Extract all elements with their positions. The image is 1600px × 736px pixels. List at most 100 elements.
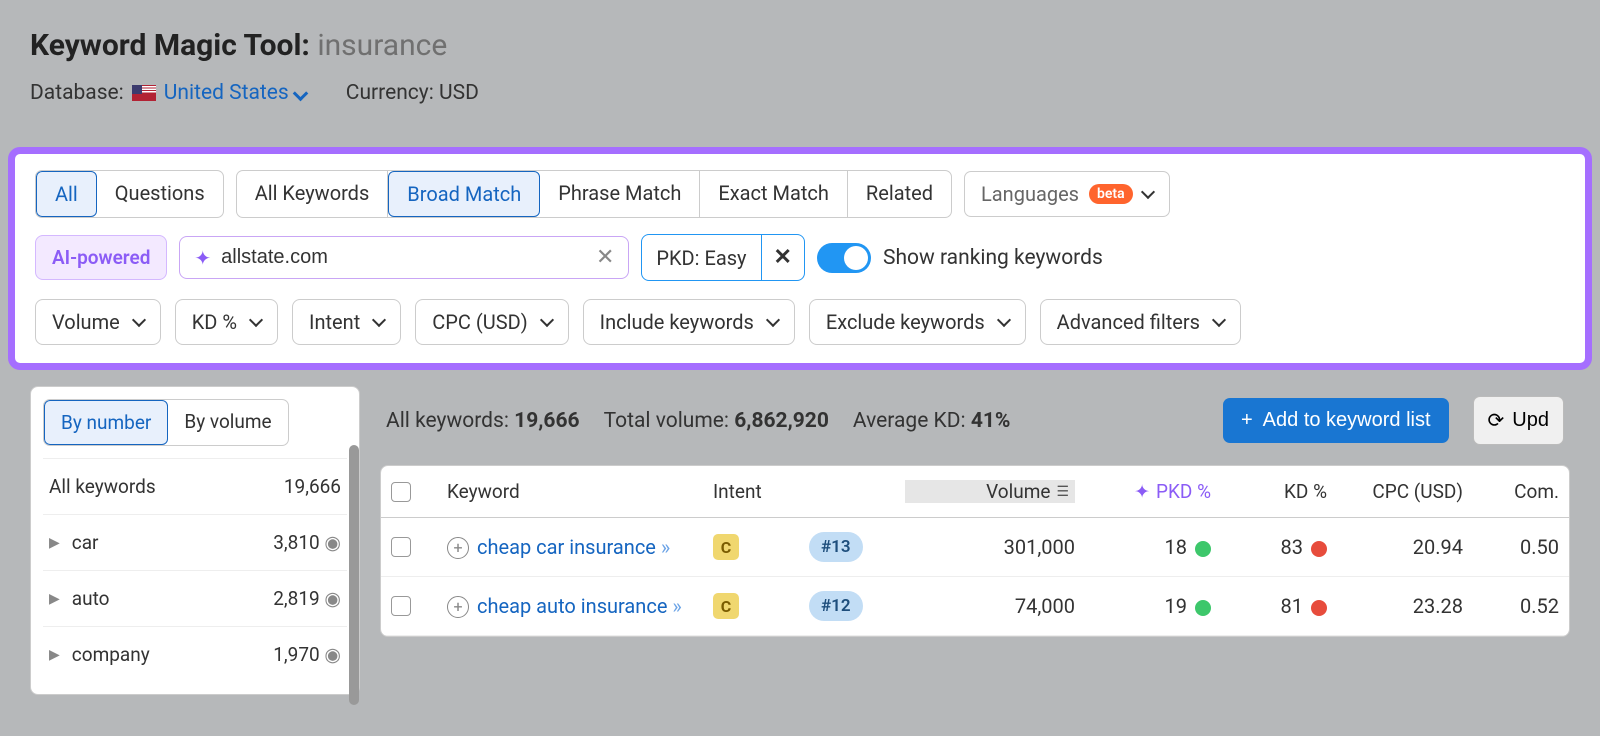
all-keywords-stat-value: 19,666 bbox=[514, 409, 579, 433]
chevron-down-icon bbox=[766, 313, 780, 327]
show-ranking-toggle[interactable] bbox=[817, 243, 871, 273]
chevron-down-icon bbox=[540, 313, 554, 327]
table-row: + cheap auto insurance » C #12 74,000 19… bbox=[381, 577, 1569, 636]
col-pkd[interactable]: ✦PKD % bbox=[1081, 480, 1211, 503]
filters-panel: All Questions All Keywords Broad Match P… bbox=[8, 147, 1592, 370]
chevron-down-icon bbox=[372, 313, 386, 327]
col-kd[interactable]: KD % bbox=[1217, 480, 1327, 503]
remove-pkd-filter-icon[interactable]: ✕ bbox=[761, 235, 804, 280]
com-value: 0.50 bbox=[1469, 535, 1559, 559]
col-intent[interactable]: Intent bbox=[713, 480, 803, 503]
group-name[interactable]: company bbox=[72, 643, 150, 666]
col-cpc[interactable]: CPC (USD) bbox=[1333, 480, 1463, 503]
chevron-down-icon bbox=[1212, 313, 1226, 327]
rank-pill: #12 bbox=[809, 591, 863, 621]
row-checkbox[interactable] bbox=[391, 537, 411, 557]
group-count: 3,810 bbox=[273, 531, 319, 554]
all-keywords-stat-label: All keywords: bbox=[386, 409, 509, 433]
languages-dropdown[interactable]: Languages beta bbox=[964, 171, 1170, 217]
avg-kd-stat-label: Average KD: bbox=[853, 409, 966, 433]
sparkle-icon: ✦ bbox=[194, 246, 211, 270]
difficulty-dot bbox=[1195, 600, 1211, 616]
cpc-value: 23.28 bbox=[1333, 594, 1463, 618]
ai-powered-badge: AI-powered bbox=[35, 235, 167, 280]
group-count: 2,819 bbox=[273, 587, 319, 610]
all-keywords-label[interactable]: All keywords bbox=[49, 475, 156, 498]
volume-value: 74,000 bbox=[905, 594, 1075, 618]
difficulty-dot bbox=[1311, 541, 1327, 557]
difficulty-dot bbox=[1311, 600, 1327, 616]
tab-exact-match[interactable]: Exact Match bbox=[700, 171, 848, 217]
pkd-value: 19 bbox=[1165, 594, 1187, 618]
cpc-value: 20.94 bbox=[1333, 535, 1463, 559]
keyword-link[interactable]: cheap car insurance » bbox=[477, 534, 670, 561]
eye-icon[interactable]: ◉ bbox=[324, 643, 341, 666]
sort-desc-icon: ☰ bbox=[1056, 484, 1069, 500]
toggle-label: Show ranking keywords bbox=[883, 246, 1103, 270]
domain-input[interactable] bbox=[221, 246, 586, 269]
kd-value: 81 bbox=[1281, 594, 1303, 618]
col-volume[interactable]: Volume ☰ bbox=[905, 480, 1075, 503]
kd-value: 83 bbox=[1281, 535, 1303, 559]
page-title-query: insurance bbox=[317, 28, 447, 63]
chevron-down-icon bbox=[1141, 185, 1155, 199]
include-keywords-filter[interactable]: Include keywords bbox=[583, 299, 795, 345]
database-selector[interactable]: United States bbox=[164, 81, 306, 105]
plus-icon: + bbox=[1241, 409, 1253, 432]
pkd-filter-pill[interactable]: PKD: Easy ✕ bbox=[641, 234, 805, 281]
total-volume-stat-label: Total volume: bbox=[604, 409, 729, 433]
eye-icon[interactable]: ◉ bbox=[324, 587, 341, 610]
clear-input-icon[interactable]: ✕ bbox=[596, 245, 614, 270]
com-value: 0.52 bbox=[1469, 594, 1559, 618]
tab-all-keywords[interactable]: All Keywords bbox=[237, 171, 389, 217]
select-all-checkbox[interactable] bbox=[391, 482, 411, 502]
sort-by-volume[interactable]: By volume bbox=[168, 400, 287, 445]
intent-badge: C bbox=[713, 534, 739, 560]
intent-filter[interactable]: Intent bbox=[292, 299, 401, 345]
expand-icon[interactable]: ▶ bbox=[49, 535, 60, 551]
exclude-keywords-filter[interactable]: Exclude keywords bbox=[809, 299, 1026, 345]
add-to-keyword-list-button[interactable]: +Add to keyword list bbox=[1223, 398, 1449, 443]
chevron-down-icon bbox=[249, 313, 263, 327]
cpc-filter[interactable]: CPC (USD) bbox=[415, 299, 568, 345]
volume-filter[interactable]: Volume bbox=[35, 299, 161, 345]
keyword-groups-sidebar: By number By volume All keywords 19,666 … bbox=[30, 386, 360, 695]
tab-all[interactable]: All bbox=[36, 171, 97, 217]
tab-related[interactable]: Related bbox=[848, 171, 951, 217]
col-keyword[interactable]: Keyword bbox=[447, 480, 707, 503]
page-title-prefix: Keyword Magic Tool: bbox=[30, 28, 310, 63]
tab-broad-match[interactable]: Broad Match bbox=[388, 171, 540, 217]
domain-input-wrapper[interactable]: ✦ ✕ bbox=[179, 236, 629, 279]
chevron-down-icon bbox=[997, 313, 1011, 327]
table-row: + cheap car insurance » C #13 301,000 18… bbox=[381, 518, 1569, 577]
pkd-value: 18 bbox=[1165, 535, 1187, 559]
tab-phrase-match[interactable]: Phrase Match bbox=[540, 171, 700, 217]
expand-keyword-icon[interactable]: + bbox=[447, 596, 469, 618]
group-name[interactable]: auto bbox=[72, 587, 110, 610]
us-flag-icon bbox=[132, 85, 156, 101]
eye-icon[interactable]: ◉ bbox=[324, 531, 341, 554]
beta-badge: beta bbox=[1089, 184, 1133, 204]
refresh-icon: ⟳ bbox=[1488, 408, 1505, 433]
expand-keyword-icon[interactable]: + bbox=[447, 537, 469, 559]
row-checkbox[interactable] bbox=[391, 596, 411, 616]
volume-value: 301,000 bbox=[905, 535, 1075, 559]
keyword-link[interactable]: cheap auto insurance » bbox=[477, 593, 682, 620]
all-keywords-count: 19,666 bbox=[284, 475, 341, 498]
update-button[interactable]: ⟳Upd bbox=[1473, 396, 1564, 445]
col-com[interactable]: Com. bbox=[1469, 480, 1559, 503]
sort-by-number[interactable]: By number bbox=[44, 400, 168, 445]
chevron-down-icon bbox=[132, 313, 146, 327]
keywords-table: Keyword Intent Volume ☰ ✦PKD % KD % CPC … bbox=[380, 465, 1570, 637]
group-count: 1,970 bbox=[273, 643, 319, 666]
difficulty-dot bbox=[1195, 541, 1211, 557]
kd-filter[interactable]: KD % bbox=[175, 299, 278, 345]
avg-kd-stat-value: 41% bbox=[971, 409, 1011, 433]
group-name[interactable]: car bbox=[72, 531, 99, 554]
currency-label: Currency: USD bbox=[346, 81, 479, 105]
advanced-filters[interactable]: Advanced filters bbox=[1040, 299, 1241, 345]
expand-icon[interactable]: ▶ bbox=[49, 591, 60, 607]
tab-questions[interactable]: Questions bbox=[97, 171, 223, 217]
expand-icon[interactable]: ▶ bbox=[49, 647, 60, 663]
sparkle-icon: ✦ bbox=[1134, 480, 1150, 503]
